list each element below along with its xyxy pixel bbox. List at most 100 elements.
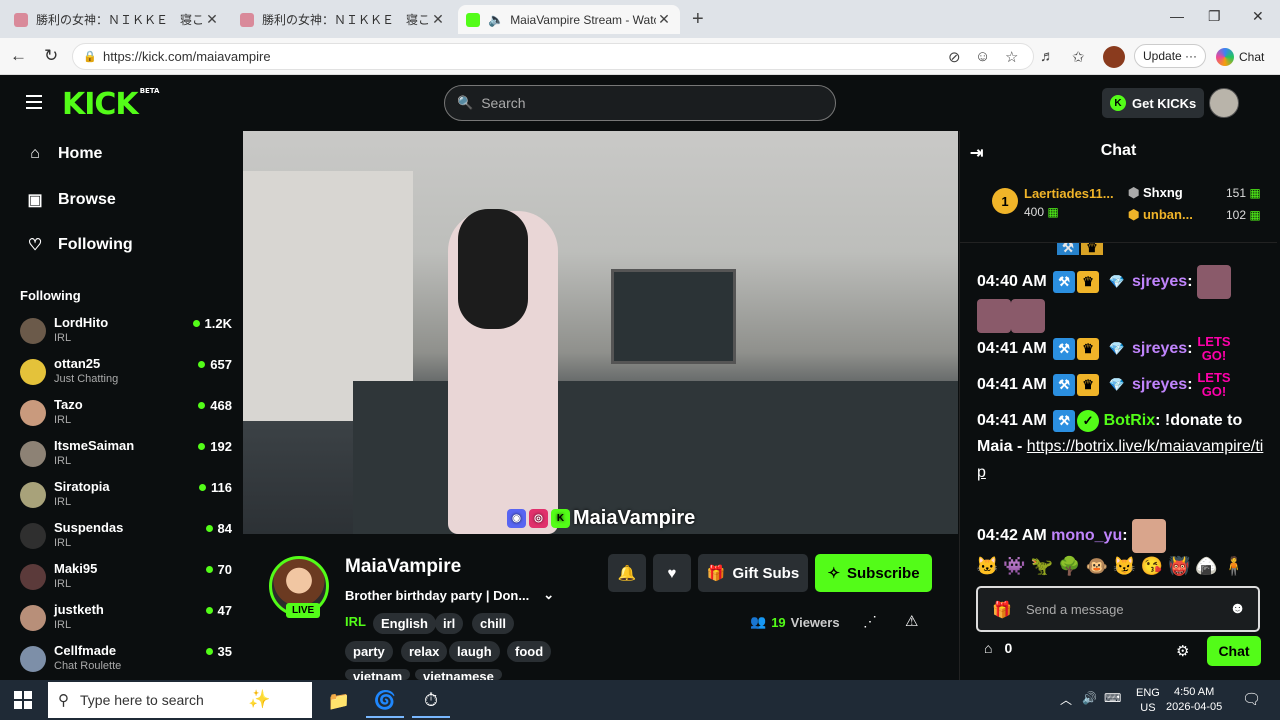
- taskbar-search-input[interactable]: ⚲ Type here to search ✨: [48, 682, 312, 718]
- chevron-down-icon[interactable]: ⌄: [543, 587, 554, 603]
- emote-icon: [1196, 265, 1231, 299]
- emote-icon[interactable]: 🌳: [1058, 556, 1080, 582]
- favorite-star-icon[interactable]: ☆: [1005, 48, 1018, 66]
- notifications-icon[interactable]: 🗨: [1242, 690, 1261, 708]
- following-channel-tazo[interactable]: Tazo IRL 468: [20, 397, 232, 435]
- new-tab-icon[interactable]: +: [692, 8, 704, 31]
- close-tab-icon[interactable]: ✕: [656, 11, 672, 28]
- tag[interactable]: food: [507, 641, 552, 662]
- leader-name[interactable]: Laertiades11...: [1024, 186, 1114, 201]
- heart-icon: ♥: [667, 564, 677, 582]
- emote-icon[interactable]: 🐵: [1086, 556, 1108, 582]
- copilot-button[interactable]: Chat: [1216, 48, 1264, 66]
- nav-browse[interactable]: ▣ Browse: [26, 190, 115, 210]
- close-tab-icon[interactable]: ✕: [204, 11, 220, 28]
- favorites-icon[interactable]: ✩: [1072, 48, 1085, 66]
- leader-name[interactable]: ⬢ unban...: [1128, 207, 1193, 223]
- share-icon[interactable]: ⋰: [863, 613, 877, 630]
- stream-title[interactable]: Brother birthday party | Don... ⌄: [345, 587, 554, 603]
- leader-name[interactable]: ⬢ Shxng: [1128, 185, 1183, 201]
- speaker-icon[interactable]: 🔈: [488, 12, 504, 28]
- emote-icon[interactable]: 🍙: [1195, 556, 1217, 582]
- video-player[interactable]: ◉ ◎ K MaiaVampire: [243, 131, 958, 534]
- gear-icon[interactable]: ⚙: [1176, 642, 1189, 660]
- collapse-chat-icon[interactable]: ⇥: [970, 143, 983, 163]
- browser-tab-1[interactable]: 勝利の女神：ＮＩＫＫＥ 寝ころび ✕: [6, 5, 228, 34]
- following-channel-siratopia[interactable]: Siratopia IRL 116: [20, 479, 232, 517]
- close-tab-icon[interactable]: ✕: [430, 11, 446, 28]
- following-header: Following: [20, 288, 81, 303]
- kick-logo[interactable]: KICK BETA: [62, 87, 159, 122]
- user-avatar[interactable]: [1209, 88, 1239, 118]
- emote-icon[interactable]: 😼: [1113, 556, 1135, 582]
- message-username[interactable]: sjreyes: [1132, 376, 1187, 393]
- browser-tab-2[interactable]: 勝利の女神：ＮＩＫＫＥ 寝ころび ✕: [232, 5, 454, 34]
- file-explorer-icon[interactable]: 📁: [320, 684, 358, 718]
- browser-tab-3[interactable]: 🔈 MaiaVampire Stream - Watch ✕: [458, 5, 680, 34]
- emote-icon[interactable]: 👾: [1003, 556, 1025, 582]
- tag[interactable]: vietnamese: [415, 669, 502, 680]
- edge-browser-icon[interactable]: 🌀: [366, 684, 404, 718]
- channel-name: ItsmeSaiman: [54, 438, 135, 453]
- notification-bell-button[interactable]: 🔔: [608, 554, 646, 592]
- following-channel-itsmesaiman[interactable]: ItsmeSaiman IRL 192: [20, 438, 232, 476]
- tag[interactable]: chill: [472, 613, 515, 634]
- app-icon[interactable]: ⏱: [412, 684, 450, 718]
- gift-icon[interactable]: 🎁: [992, 600, 1012, 620]
- address-bar[interactable]: 🔒 https://kick.com/maiavampire: [72, 43, 1034, 70]
- message-username[interactable]: BotRix: [1104, 412, 1156, 429]
- following-channel-suspendas[interactable]: Suspendas IRL 84: [20, 520, 232, 558]
- gift-subs-button[interactable]: 🎁 Gift Subs: [698, 554, 808, 592]
- tag[interactable]: party: [345, 641, 393, 662]
- media-icon[interactable]: ♬: [1040, 48, 1055, 65]
- search-input[interactable]: 🔍 Search: [444, 85, 836, 121]
- report-icon[interactable]: ⚠: [905, 612, 918, 630]
- follow-button[interactable]: ♥: [653, 554, 691, 592]
- emote-icon[interactable]: 🦖: [1031, 556, 1053, 582]
- kicks-balance[interactable]: ⌂ 0: [984, 640, 1012, 656]
- close-window-icon[interactable]: ✕: [1252, 8, 1264, 25]
- emote-icon[interactable]: 👹: [1168, 556, 1190, 582]
- following-channel-maki95[interactable]: Maki95 IRL 70: [20, 561, 232, 599]
- message-username[interactable]: sjreyes: [1132, 273, 1187, 290]
- tag[interactable]: relax: [401, 641, 448, 662]
- message-username[interactable]: mono_yu: [1051, 527, 1122, 544]
- update-button[interactable]: Update ···: [1134, 44, 1207, 68]
- subscribe-button[interactable]: ✧ Subscribe: [815, 554, 932, 592]
- category-link[interactable]: IRL: [345, 614, 366, 629]
- input-language[interactable]: ENG US: [1136, 686, 1160, 716]
- tag[interactable]: irl: [435, 613, 464, 634]
- following-channel-cellfmade[interactable]: Cellfmade Chat Roulette 35: [20, 643, 232, 681]
- windows-start-icon[interactable]: [14, 691, 32, 709]
- maximize-icon[interactable]: ❐: [1208, 8, 1221, 25]
- keyboard-icon[interactable]: ⌨: [1104, 691, 1121, 705]
- nav-home[interactable]: ⌂ Home: [26, 145, 102, 163]
- profile-avatar[interactable]: [1103, 46, 1125, 68]
- channel-name[interactable]: MaiaVampire: [345, 556, 461, 578]
- emote-icon[interactable]: 🧍: [1223, 556, 1245, 582]
- tracking-prevention-icon[interactable]: ⊘: [948, 48, 961, 66]
- volume-icon[interactable]: 🔊: [1082, 691, 1097, 705]
- following-channel-lordhito[interactable]: LordHito IRL 1.2K: [20, 315, 232, 353]
- refresh-icon[interactable]: ↻: [44, 46, 58, 66]
- message-username[interactable]: sjreyes: [1132, 340, 1187, 357]
- lock-icon[interactable]: 🔒: [83, 50, 97, 63]
- system-clock[interactable]: 4:50 AM 2026-04-05: [1166, 685, 1222, 715]
- get-kicks-button[interactable]: K Get KICKs: [1102, 88, 1205, 118]
- menu-icon[interactable]: [26, 95, 42, 109]
- emoji-picker-icon[interactable]: ☻: [1229, 600, 1246, 618]
- minimize-icon[interactable]: —: [1170, 8, 1184, 24]
- chat-message-input[interactable]: 🎁 Send a message ☻: [976, 586, 1260, 632]
- tag[interactable]: English: [373, 613, 436, 634]
- show-hidden-icons-icon[interactable]: ︿: [1060, 691, 1072, 708]
- following-channel-justketh[interactable]: justketh IRL 47: [20, 602, 232, 640]
- back-icon[interactable]: ←: [10, 46, 27, 66]
- tag[interactable]: vietnam: [345, 669, 411, 680]
- send-chat-button[interactable]: Chat: [1207, 636, 1261, 666]
- following-channel-ottan25[interactable]: ottan25 Just Chatting 657: [20, 356, 232, 394]
- tag[interactable]: laugh: [449, 641, 500, 662]
- extension-icon[interactable]: ☺: [975, 48, 990, 65]
- emote-icon[interactable]: 🐱: [976, 556, 998, 582]
- emote-icon[interactable]: 😘: [1141, 556, 1163, 582]
- nav-following[interactable]: ♡ Following: [26, 235, 133, 255]
